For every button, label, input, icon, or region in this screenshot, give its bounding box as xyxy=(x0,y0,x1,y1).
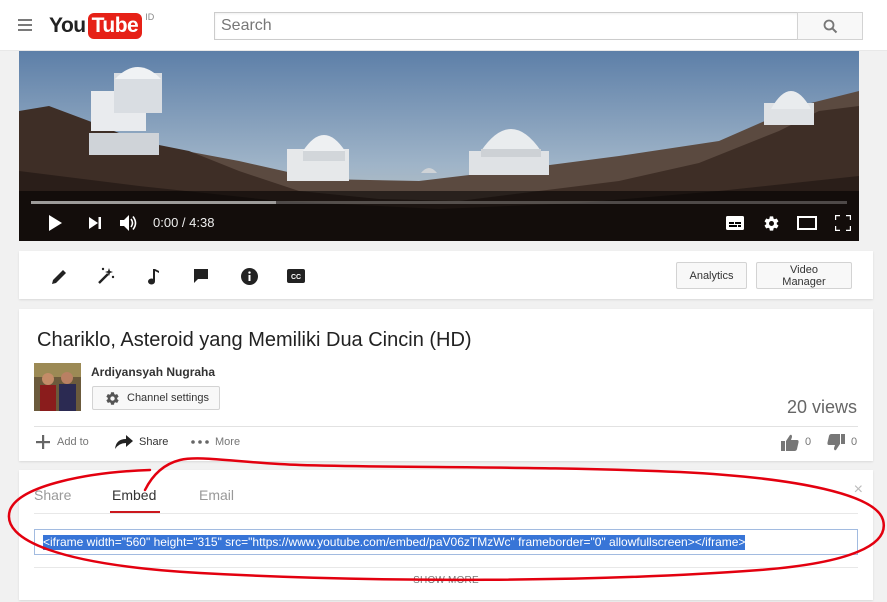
tab-separator xyxy=(34,513,858,514)
search-icon xyxy=(823,19,837,33)
more-dots-icon xyxy=(191,440,209,444)
play-icon xyxy=(49,215,62,231)
show-more-button[interactable]: SHOW MORE xyxy=(19,575,873,586)
annotations-icon[interactable] xyxy=(191,266,211,286)
share-icon xyxy=(115,435,133,449)
channel-settings-label: Channel settings xyxy=(127,392,209,404)
channel-name[interactable]: Ardiyansyah Nugraha xyxy=(91,365,215,379)
close-icon[interactable]: × xyxy=(854,482,863,498)
divider xyxy=(34,567,858,568)
next-icon xyxy=(89,217,101,229)
avatar[interactable] xyxy=(34,363,81,411)
analytics-button[interactable]: Analytics xyxy=(676,262,747,289)
fullscreen-icon xyxy=(835,215,851,231)
logo-tube-text: Tube xyxy=(87,13,143,39)
progress-bar[interactable] xyxy=(31,201,847,204)
thumbs-up-icon xyxy=(781,434,799,451)
theater-mode-icon xyxy=(797,216,817,230)
gear-icon xyxy=(106,392,119,405)
more-button[interactable]: More xyxy=(191,433,240,451)
fullscreen-button[interactable] xyxy=(831,211,855,235)
add-to-label: Add to xyxy=(57,436,89,448)
tab-email[interactable]: Email xyxy=(199,487,234,503)
subtitles-icon xyxy=(726,216,744,230)
share-label: Share xyxy=(139,436,169,448)
info-icon[interactable] xyxy=(239,266,259,286)
next-button[interactable] xyxy=(83,211,107,235)
masthead: You Tube ID xyxy=(0,0,887,51)
thumbs-down-icon xyxy=(827,433,845,450)
theater-mode-button[interactable] xyxy=(795,211,819,235)
svg-text:CC: CC xyxy=(291,274,301,281)
magic-wand-icon[interactable] xyxy=(96,266,116,286)
like-count: 0 xyxy=(805,436,812,448)
embed-code-selection: <iframe width="560" height="315" src="ht… xyxy=(43,534,746,550)
play-button[interactable] xyxy=(43,211,67,235)
search-input[interactable] xyxy=(214,12,798,40)
volume-button[interactable] xyxy=(117,211,141,235)
view-count: 20 views xyxy=(786,397,857,417)
add-to-button[interactable]: Add to xyxy=(35,433,89,451)
pencil-icon[interactable] xyxy=(49,266,69,286)
volume-icon xyxy=(120,215,137,231)
tab-embed[interactable]: Embed xyxy=(112,487,156,503)
search-button[interactable] xyxy=(797,12,863,40)
dislike-button[interactable]: 0 xyxy=(827,433,857,451)
dislike-count: 0 xyxy=(851,436,858,448)
video-title: Chariklo, Asteroid yang Memiliki Dua Cin… xyxy=(37,329,472,351)
youtube-logo[interactable]: You Tube ID xyxy=(49,12,155,39)
logo-region-code: ID xyxy=(145,12,155,22)
like-button[interactable]: 0 xyxy=(781,433,811,451)
video-info-card: Chariklo, Asteroid yang Memiliki Dua Cin… xyxy=(19,309,873,461)
menu-icon[interactable] xyxy=(18,19,32,31)
subtitles-button[interactable] xyxy=(723,211,747,235)
share-button[interactable]: Share xyxy=(115,433,168,451)
channel-settings-button[interactable]: Channel settings xyxy=(92,386,220,410)
time-display: 0:00 / 4:38 xyxy=(153,215,215,230)
cc-icon[interactable]: CC xyxy=(286,266,306,286)
music-note-icon[interactable] xyxy=(143,266,163,286)
video-manager-button[interactable]: Video Manager xyxy=(756,262,852,289)
divider xyxy=(34,426,858,427)
gear-icon xyxy=(764,215,778,231)
settings-button[interactable] xyxy=(759,211,783,235)
embed-code-field[interactable]: <iframe width="560" height="315" src="ht… xyxy=(34,529,858,555)
active-tab-indicator xyxy=(110,511,160,513)
video-player[interactable]: 0:00 / 4:38 xyxy=(19,51,859,241)
more-label: More xyxy=(215,436,241,448)
plus-icon xyxy=(36,435,50,449)
buffered-bar xyxy=(31,201,276,204)
tab-share[interactable]: Share xyxy=(34,487,71,503)
creator-toolbar: CC Analytics Video Manager xyxy=(19,251,873,299)
logo-you-text: You xyxy=(49,14,86,37)
share-panel: × Share Embed Email <iframe width="560" … xyxy=(19,470,873,600)
